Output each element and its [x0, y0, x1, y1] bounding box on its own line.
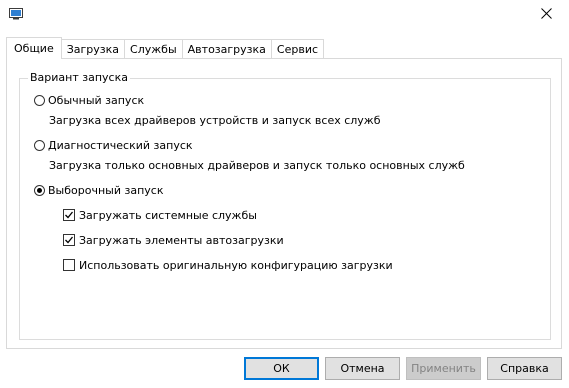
- apply-label: Применить: [411, 362, 476, 375]
- apply-button[interactable]: Применить: [406, 357, 481, 380]
- tab-label: Загрузка: [66, 43, 120, 56]
- cancel-button[interactable]: Отмена: [325, 357, 400, 380]
- radio-circle[interactable]: [34, 94, 45, 106]
- checkbox-box[interactable]: [63, 209, 75, 221]
- normal-startup-description: Загрузка всех драйверов устройств и запу…: [49, 114, 381, 127]
- tab-startup[interactable]: Автозагрузка: [181, 39, 272, 59]
- tab-general[interactable]: Общие: [6, 37, 62, 59]
- tab-tools[interactable]: Сервис: [270, 39, 325, 59]
- diagnostic-startup-radio[interactable]: Диагностический запуск: [34, 137, 193, 153]
- checkbox-box[interactable]: [63, 259, 75, 271]
- ok-button[interactable]: ОК: [244, 357, 319, 380]
- tab-panel-general: Вариант запуска Обычный запуск Загрузка …: [6, 58, 562, 349]
- title-bar[interactable]: [0, 0, 569, 30]
- system-configuration-window: Общие Загрузка Службы Автозагрузка Серви…: [0, 0, 569, 388]
- diagnostic-startup-description: Загрузка только основных драйверов и зап…: [49, 159, 465, 172]
- cancel-label: Отмена: [340, 362, 385, 375]
- group-label: Вариант запуска: [28, 71, 130, 85]
- startup-selection-group: Вариант запуска Обычный запуск Загрузка …: [19, 71, 551, 340]
- tab-strip: Общие Загрузка Службы Автозагрузка Серви…: [6, 37, 325, 59]
- selective-startup-radio[interactable]: Выборочный запуск: [34, 182, 163, 198]
- selective-startup-label: Выборочный запуск: [48, 183, 164, 197]
- normal-startup-label: Обычный запуск: [48, 93, 145, 107]
- tab-label: Общие: [14, 42, 54, 55]
- tab-label: Сервис: [276, 43, 319, 56]
- normal-startup-radio[interactable]: Обычный запуск: [34, 92, 144, 108]
- use-original-boot-config-label: Использовать оригинальную конфигурацию з…: [79, 258, 393, 272]
- checkmark-icon: [65, 236, 74, 244]
- help-label: Справка: [500, 362, 549, 375]
- load-startup-items-checkbox[interactable]: Загружать элементы автозагрузки: [63, 232, 284, 248]
- load-system-services-checkbox[interactable]: Загружать системные службы: [63, 207, 257, 223]
- use-original-boot-config-checkbox[interactable]: Использовать оригинальную конфигурацию з…: [63, 257, 393, 273]
- help-button[interactable]: Справка: [487, 357, 562, 380]
- tab-services[interactable]: Службы: [124, 39, 183, 59]
- checkbox-box[interactable]: [63, 234, 75, 246]
- tab-label: Автозагрузка: [187, 43, 266, 56]
- radio-circle-selected[interactable]: [34, 184, 45, 196]
- ok-label: ОК: [273, 362, 290, 375]
- tab-boot[interactable]: Загрузка: [60, 39, 126, 59]
- msconfig-icon: [9, 8, 23, 20]
- close-icon: [540, 8, 552, 22]
- checkmark-icon: [65, 211, 74, 219]
- radio-circle[interactable]: [34, 139, 45, 151]
- load-startup-items-label: Загружать элементы автозагрузки: [79, 233, 284, 247]
- radio-dot: [37, 187, 42, 193]
- load-system-services-label: Загружать системные службы: [79, 208, 257, 222]
- diagnostic-startup-label: Диагностический запуск: [48, 138, 193, 152]
- tab-label: Службы: [130, 43, 177, 56]
- close-button[interactable]: [523, 0, 569, 30]
